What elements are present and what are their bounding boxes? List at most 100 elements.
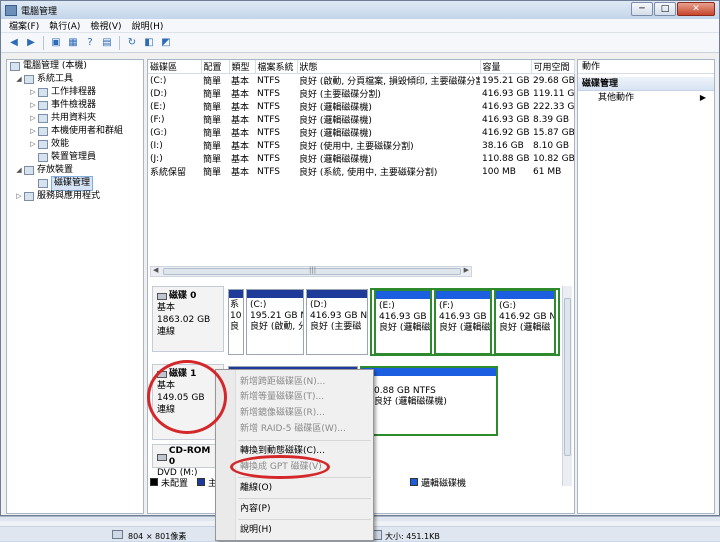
layout-cell: 簡單	[203, 116, 222, 126]
properties-icon[interactable]: ▤	[100, 36, 114, 50]
expand-icon[interactable]: ▷	[29, 125, 37, 138]
scroll-left-icon[interactable]: ◀	[153, 266, 158, 274]
refresh-icon[interactable]: ↻	[125, 36, 139, 50]
more-actions-item[interactable]: 其他動作 ▶	[578, 91, 714, 105]
table-row[interactable]: (J:) 簡單 基本 NTFS 良好 (邏輯磁碟機) 110.88 GB 10.82 GB	[148, 152, 574, 166]
layout-cell: 簡單	[203, 142, 222, 152]
type-cell: 基本	[231, 103, 250, 113]
volume-cell: (G:)	[150, 127, 168, 138]
performance-icon	[38, 140, 48, 149]
help-icon[interactable]: ?	[83, 36, 97, 50]
expand-icon[interactable]: ▷	[29, 138, 37, 151]
image-dimensions: 804 × 801像素	[128, 532, 187, 541]
type-cell: 基本	[231, 142, 250, 152]
partition-status: 良好 (邏輯磁碟	[379, 323, 431, 333]
partition-status: 良	[230, 322, 240, 332]
table-row[interactable]: (F:) 簡單 基本 NTFS 良好 (邏輯磁碟機) 416.93 GB 8.39 GB	[148, 113, 574, 127]
users-icon	[38, 127, 48, 136]
menu-item-offline[interactable]: 離線(O)	[240, 481, 272, 495]
scroll-right-icon[interactable]: ▶	[464, 266, 469, 274]
partition-d[interactable]: (D:) 416.93 GB N 良好 (主要磁	[306, 289, 368, 355]
forward-arrow-icon[interactable]: ▶	[24, 36, 38, 50]
tree-item-disk-management[interactable]: 磁碟管理	[7, 176, 143, 191]
horizontal-scrollbar[interactable]: ◀ ||| ▶	[150, 266, 472, 277]
volume-cell: (I:)	[150, 140, 163, 151]
partition-system-reserved[interactable]: 系 10 良	[228, 289, 244, 355]
free-space-cell: 29.68 GB	[533, 75, 574, 86]
column-header-type[interactable]: 類型	[229, 60, 256, 74]
table-row[interactable]: (G:) 簡單 基本 NTFS 良好 (邏輯磁碟機) 416.92 GB 15.87 GB	[148, 126, 574, 140]
tree-item-task-scheduler[interactable]: ▷ 工作排程器	[7, 86, 143, 99]
close-button[interactable]: ✕	[677, 2, 715, 16]
partition-status: 良好 (啟動, 分	[250, 322, 304, 332]
partition-c[interactable]: (C:) 195.21 GB N 良好 (啟動, 分	[246, 289, 304, 355]
tree-item-performance[interactable]: ▷ 效能	[7, 138, 143, 151]
column-header-capacity[interactable]: 容量	[480, 60, 532, 74]
tree-item-device-manager[interactable]: 裝置管理員	[7, 151, 143, 164]
volume-cell: (E:)	[150, 101, 166, 112]
partition-g[interactable]: (G:) 416.92 GB N 良好 (邏輯磁	[494, 289, 556, 355]
menu-item-properties[interactable]: 內容(P)	[240, 502, 270, 516]
expand-icon[interactable]: ◢	[15, 164, 23, 177]
title-bar: 電腦管理 ─ □ ✕	[1, 1, 719, 19]
menu-item-convert-to-dynamic[interactable]: 轉換到動態磁碟(C)...	[240, 444, 325, 458]
image-icon	[112, 530, 123, 539]
disk-size: 149.05 GB	[157, 393, 205, 403]
table-row[interactable]: (E:) 簡單基本 NTFS 良好 (邏輯磁碟機) 416.93 GB222.33 GB	[148, 100, 574, 114]
disk-0-label[interactable]: 磁碟 0 基本 1863.02 GB 連線	[152, 286, 224, 352]
expand-icon[interactable]: ▷	[15, 190, 23, 203]
back-arrow-icon[interactable]: ◀	[7, 36, 21, 50]
actions-section-disk-management[interactable]: 磁碟管理	[578, 77, 714, 91]
menu-file[interactable]: 檔案(F)	[9, 19, 39, 32]
menu-action[interactable]: 執行(A)	[49, 19, 80, 32]
menu-item-help[interactable]: 說明(H)	[240, 523, 272, 537]
tree-item-event-viewer[interactable]: ▷ 事件檢視器	[7, 99, 143, 112]
table-row[interactable]: (I:) 簡單 基本 NTFS 良好 (使用中, 主要磁碟分割) 38.16 GB 8.10…	[148, 139, 574, 153]
volume-list: 磁碟區 配置 類型 檔案系統 狀態 容量 可用空間 (C:) 簡單 基本 NTFS 良好…	[148, 60, 575, 178]
up-folder-icon[interactable]: ▣	[49, 36, 63, 50]
column-header-filesystem[interactable]: 檔案系統	[255, 60, 298, 74]
scrollbar-thumb[interactable]: |||	[163, 266, 461, 275]
scrollbar-thumb[interactable]	[564, 298, 571, 456]
cdrom-label[interactable]: CD-ROM 0 DVD (M:)	[152, 444, 224, 478]
free-space-cell: 10.82 GB	[533, 153, 574, 164]
tree-item-computer-management[interactable]: 電腦管理 (本機)	[7, 60, 143, 73]
filesystem-cell: NTFS	[257, 140, 280, 151]
column-header-free-space[interactable]: 可用空間	[531, 60, 575, 74]
partition-label: (G:)	[499, 301, 517, 311]
menu-help[interactable]: 說明(H)	[132, 19, 164, 32]
capacity-cell: 100 MB	[482, 166, 516, 177]
tree-item-services-apps[interactable]: ▷ 服務與應用程式	[7, 190, 143, 203]
disk-1-logical-partition[interactable]: 0.88 GB NTFS 良好 (邏輯磁碟機)	[360, 366, 498, 436]
settings-icon[interactable]: ◩	[159, 36, 173, 50]
partition-e[interactable]: (E:)416.93 GB NT良好 (邏輯磁碟	[374, 289, 432, 355]
chevron-right-icon: ▶	[699, 93, 706, 102]
capacity-cell: 416.93 GB	[482, 114, 530, 125]
expand-icon[interactable]: ▷	[29, 112, 37, 125]
vertical-scrollbar[interactable]	[562, 286, 572, 486]
show-tree-icon[interactable]: ▦	[66, 36, 80, 50]
partition-f[interactable]: (F:)416.93 GB NT良好 (邏輯磁碟	[434, 289, 492, 355]
tree-item-local-users[interactable]: ▷ 本機使用者和群組	[7, 125, 143, 138]
maximize-button[interactable]: □	[654, 2, 676, 16]
expand-icon[interactable]: ▷	[29, 99, 37, 112]
tree-item-label: 電腦管理 (本機)	[23, 61, 87, 71]
filesystem-cell: NTFS	[257, 114, 280, 125]
free-space-cell: 8.39 GB	[533, 114, 570, 125]
partition-status: 良好 (邏輯磁	[499, 323, 551, 333]
export-list-icon[interactable]: ◧	[142, 36, 156, 50]
tree-item-system-tools[interactable]: ◢ 系統工具	[7, 73, 143, 86]
column-header-layout[interactable]: 配置	[201, 60, 230, 74]
tree-item-shared-folders[interactable]: ▷ 共用資料夾	[7, 112, 143, 125]
table-row[interactable]: (D:) 簡單 基本 NTFS 良好 (主要磁碟分割) 416.93 GB 119.11 G…	[148, 87, 574, 101]
menu-view[interactable]: 檢視(V)	[90, 19, 121, 32]
expand-icon[interactable]: ▷	[29, 86, 37, 99]
shared-folder-icon	[38, 114, 48, 123]
expand-icon[interactable]: ◢	[15, 73, 23, 86]
minimize-button[interactable]: ─	[631, 2, 653, 16]
table-row[interactable]: 系統保留 簡單 基本 NTFS 良好 (系統, 使用中, 主要磁碟分割) 100 MB 61…	[148, 165, 574, 179]
table-row[interactable]: (C:) 簡單 基本 NTFS 良好 (啟動, 分頁檔案, 損毀傾印, 主要磁碟分割) 1…	[148, 74, 574, 88]
disk-1-label[interactable]: 磁碟 1 基本 149.05 GB 連線	[152, 364, 224, 440]
column-header-status[interactable]: 狀態	[297, 60, 481, 74]
column-header-volume[interactable]: 磁碟區	[148, 60, 202, 74]
